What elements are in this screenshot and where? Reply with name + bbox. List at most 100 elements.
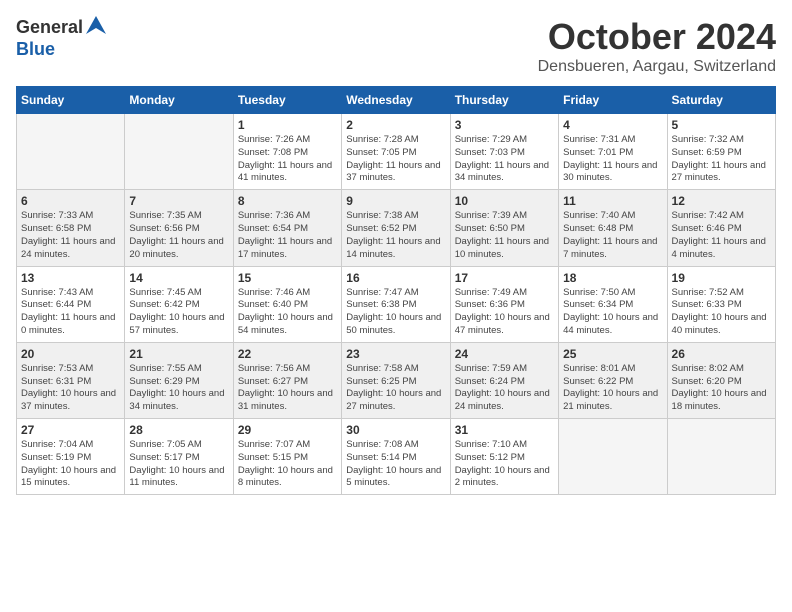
weekday-header-thursday: Thursday — [450, 87, 558, 114]
day-info: Sunrise: 7:26 AM Sunset: 7:08 PM Dayligh… — [238, 134, 337, 185]
day-info: Sunrise: 7:49 AM Sunset: 6:36 PM Dayligh… — [455, 287, 554, 338]
calendar-cell: 23Sunrise: 7:58 AM Sunset: 6:25 PM Dayli… — [342, 342, 450, 418]
weekday-header-row: SundayMondayTuesdayWednesdayThursdayFrid… — [17, 87, 776, 114]
day-number: 16 — [346, 271, 445, 285]
day-info: Sunrise: 7:28 AM Sunset: 7:05 PM Dayligh… — [346, 134, 445, 185]
calendar-cell: 11 Sunrise: 7:40 AM Sunset: 6:48 PM Dayli… — [559, 190, 667, 266]
calendar-cell: 13 Sunrise: 7:43 AM Sunset: 6:44 PM Dayli… — [17, 266, 125, 342]
weekday-header-saturday: Saturday — [667, 87, 775, 114]
day-number: 18 — [563, 271, 662, 285]
calendar-cell: 24 Sunrise: 7:59 AM Sunset: 6:24 PM Dayli… — [450, 342, 558, 418]
day-info: Sunrise: 7:40 AM Sunset: 6:48 PM Dayligh… — [563, 210, 662, 261]
title-section: October 2024 Densbueren, Aargau, Switzer… — [538, 16, 776, 76]
calendar-week-2: 6 Sunrise: 7:33 AM Sunset: 6:58 PM Daylig… — [17, 190, 776, 266]
day-info: Sunrise: 7:59 AM Sunset: 6:24 PM Dayligh… — [455, 363, 554, 414]
calendar-cell: 29Sunrise: 7:07 AM Sunset: 5:15 PM Dayli… — [233, 419, 341, 495]
calendar-week-5: 27 Sunrise: 7:04 AM Sunset: 5:19 PM Dayli… — [17, 419, 776, 495]
day-number: 9 — [346, 194, 445, 208]
day-number: 7 — [129, 194, 228, 208]
day-info: Sunrise: 7:42 AM Sunset: 6:46 PM Dayligh… — [672, 210, 771, 261]
day-number: 6 — [21, 194, 120, 208]
day-info: Sunrise: 7:33 AM Sunset: 6:58 PM Dayligh… — [21, 210, 120, 261]
logo-blue: Blue — [16, 39, 55, 59]
day-info: Sunrise: 7:45 AM Sunset: 6:42 PM Dayligh… — [129, 287, 228, 338]
month-title: October 2024 — [538, 16, 776, 58]
location: Densbueren, Aargau, Switzerland — [538, 58, 776, 76]
day-info: Sunrise: 7:10 AM Sunset: 5:12 PM Dayligh… — [455, 439, 554, 490]
day-number: 1 — [238, 118, 337, 132]
day-info: Sunrise: 7:55 AM Sunset: 6:29 PM Dayligh… — [129, 363, 228, 414]
day-info: Sunrise: 7:36 AM Sunset: 6:54 PM Dayligh… — [238, 210, 337, 261]
day-number: 13 — [21, 271, 120, 285]
calendar-cell: 12 Sunrise: 7:42 AM Sunset: 6:46 PM Dayli… — [667, 190, 775, 266]
calendar-cell: 16Sunrise: 7:47 AM Sunset: 6:38 PM Dayli… — [342, 266, 450, 342]
calendar-cell: 2 Sunrise: 7:28 AM Sunset: 7:05 PM Daylig… — [342, 114, 450, 190]
calendar-cell: 7 Sunrise: 7:35 AM Sunset: 6:56 PM Daylig… — [125, 190, 233, 266]
day-info: Sunrise: 7:38 AM Sunset: 6:52 PM Dayligh… — [346, 210, 445, 261]
calendar-cell: 4 Sunrise: 7:31 AM Sunset: 7:01 PM Daylig… — [559, 114, 667, 190]
day-number: 11 — [563, 194, 662, 208]
weekday-header-tuesday: Tuesday — [233, 87, 341, 114]
day-info: Sunrise: 8:01 AM Sunset: 6:22 PM Dayligh… — [563, 363, 662, 414]
day-number: 8 — [238, 194, 337, 208]
calendar-cell — [125, 114, 233, 190]
calendar-cell: 28 Sunrise: 7:05 AM Sunset: 5:17 PM Dayli… — [125, 419, 233, 495]
weekday-header-monday: Monday — [125, 87, 233, 114]
day-number: 12 — [672, 194, 771, 208]
calendar-cell: 17 Sunrise: 7:49 AM Sunset: 6:36 PM Dayli… — [450, 266, 558, 342]
calendar-cell: 27 Sunrise: 7:04 AM Sunset: 5:19 PM Dayli… — [17, 419, 125, 495]
day-info: Sunrise: 7:39 AM Sunset: 6:50 PM Dayligh… — [455, 210, 554, 261]
page-header: General Blue October 2024 Densbueren, Aa… — [16, 16, 776, 76]
calendar-cell: 3 Sunrise: 7:29 AM Sunset: 7:03 PM Daylig… — [450, 114, 558, 190]
calendar: SundayMondayTuesdayWednesdayThursdayFrid… — [16, 86, 776, 495]
day-info: Sunrise: 7:29 AM Sunset: 7:03 PM Dayligh… — [455, 134, 554, 185]
day-number: 27 — [21, 423, 120, 437]
day-number: 25 — [563, 347, 662, 361]
weekday-header-wednesday: Wednesday — [342, 87, 450, 114]
day-info: Sunrise: 7:46 AM Sunset: 6:40 PM Dayligh… — [238, 287, 337, 338]
day-number: 21 — [129, 347, 228, 361]
calendar-week-3: 13 Sunrise: 7:43 AM Sunset: 6:44 PM Dayli… — [17, 266, 776, 342]
day-info: Sunrise: 7:43 AM Sunset: 6:44 PM Dayligh… — [21, 287, 120, 338]
day-number: 10 — [455, 194, 554, 208]
calendar-cell: 9 Sunrise: 7:38 AM Sunset: 6:52 PM Daylig… — [342, 190, 450, 266]
calendar-cell: 21 Sunrise: 7:55 AM Sunset: 6:29 PM Dayli… — [125, 342, 233, 418]
day-info: Sunrise: 7:56 AM Sunset: 6:27 PM Dayligh… — [238, 363, 337, 414]
day-info: Sunrise: 7:35 AM Sunset: 6:56 PM Dayligh… — [129, 210, 228, 261]
calendar-cell: 30Sunrise: 7:08 AM Sunset: 5:14 PM Dayli… — [342, 419, 450, 495]
calendar-cell: 15Sunrise: 7:46 AM Sunset: 6:40 PM Dayli… — [233, 266, 341, 342]
day-number: 2 — [346, 118, 445, 132]
day-number: 30 — [346, 423, 445, 437]
day-number: 24 — [455, 347, 554, 361]
calendar-cell: 8 Sunrise: 7:36 AM Sunset: 6:54 PM Daylig… — [233, 190, 341, 266]
calendar-cell: 18Sunrise: 7:50 AM Sunset: 6:34 PM Dayli… — [559, 266, 667, 342]
calendar-cell: 6 Sunrise: 7:33 AM Sunset: 6:58 PM Daylig… — [17, 190, 125, 266]
day-number: 20 — [21, 347, 120, 361]
day-info: Sunrise: 7:04 AM Sunset: 5:19 PM Dayligh… — [21, 439, 120, 490]
calendar-cell — [667, 419, 775, 495]
day-number: 14 — [129, 271, 228, 285]
day-info: Sunrise: 7:05 AM Sunset: 5:17 PM Dayligh… — [129, 439, 228, 490]
day-number: 4 — [563, 118, 662, 132]
day-info: Sunrise: 7:32 AM Sunset: 6:59 PM Dayligh… — [672, 134, 771, 185]
day-number: 3 — [455, 118, 554, 132]
logo-general: General — [16, 17, 83, 38]
calendar-cell: 25 Sunrise: 8:01 AM Sunset: 6:22 PM Dayli… — [559, 342, 667, 418]
weekday-header-sunday: Sunday — [17, 87, 125, 114]
day-number: 17 — [455, 271, 554, 285]
calendar-cell: 31 Sunrise: 7:10 AM Sunset: 5:12 PM Dayli… — [450, 419, 558, 495]
calendar-cell: 26Sunrise: 8:02 AM Sunset: 6:20 PM Dayli… — [667, 342, 775, 418]
calendar-cell: 1 Sunrise: 7:26 AM Sunset: 7:08 PM Daylig… — [233, 114, 341, 190]
calendar-cell: 20Sunrise: 7:53 AM Sunset: 6:31 PM Dayli… — [17, 342, 125, 418]
day-number: 28 — [129, 423, 228, 437]
calendar-week-4: 20Sunrise: 7:53 AM Sunset: 6:31 PM Dayli… — [17, 342, 776, 418]
day-number: 22 — [238, 347, 337, 361]
calendar-cell: 14 Sunrise: 7:45 AM Sunset: 6:42 PM Dayli… — [125, 266, 233, 342]
day-number: 31 — [455, 423, 554, 437]
day-info: Sunrise: 7:52 AM Sunset: 6:33 PM Dayligh… — [672, 287, 771, 338]
day-number: 5 — [672, 118, 771, 132]
calendar-cell: 22 Sunrise: 7:56 AM Sunset: 6:27 PM Dayli… — [233, 342, 341, 418]
day-info: Sunrise: 7:31 AM Sunset: 7:01 PM Dayligh… — [563, 134, 662, 185]
calendar-cell: 19Sunrise: 7:52 AM Sunset: 6:33 PM Dayli… — [667, 266, 775, 342]
logo: General Blue — [16, 16, 106, 60]
